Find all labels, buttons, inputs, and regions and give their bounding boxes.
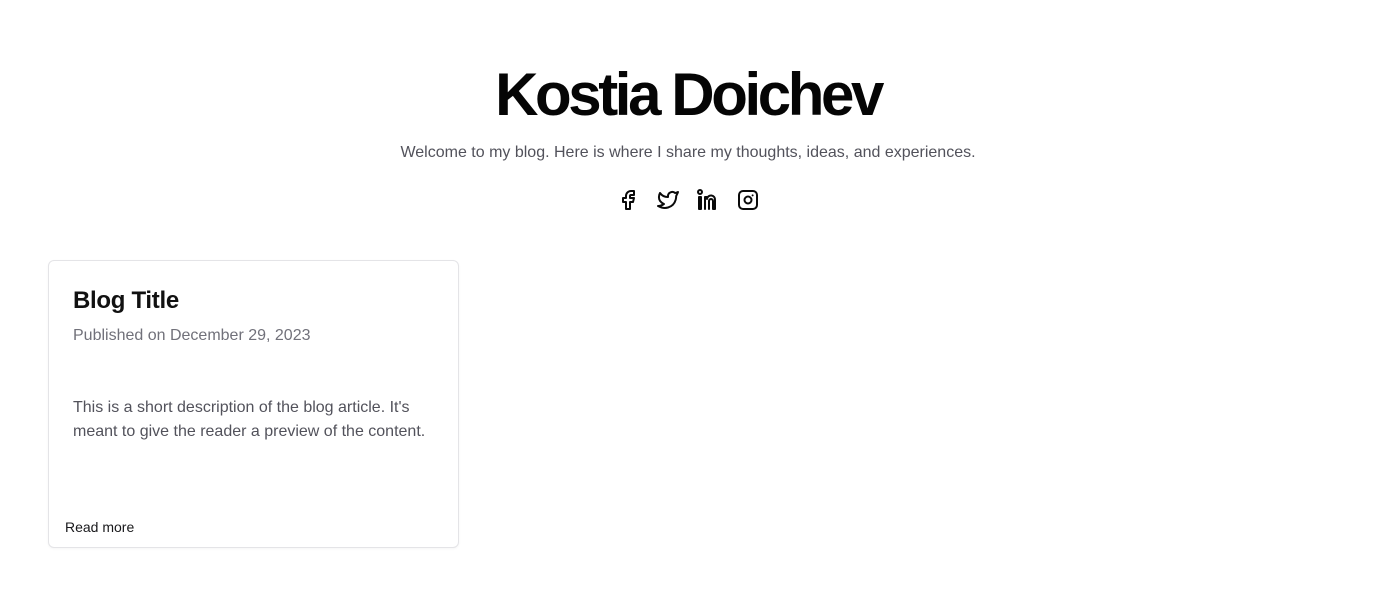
linkedin-link[interactable]: [696, 186, 720, 214]
page: Kostia Doichev Welcome to my blog. Here …: [0, 0, 1376, 612]
read-more-link[interactable]: Read more: [65, 517, 134, 537]
blog-card-description: This is a short description of the blog …: [73, 399, 426, 440]
twitter-icon: [657, 190, 679, 209]
facebook-link[interactable]: [616, 186, 640, 214]
facebook-icon: [622, 190, 635, 210]
instagram-link[interactable]: [736, 186, 760, 214]
blog-card-title: Blog Title: [73, 287, 179, 314]
linkedin-icon: [697, 189, 716, 210]
blog-card: Blog Title Published on December 29, 202…: [48, 260, 459, 548]
site-title: Kostia Doichev: [495, 61, 884, 128]
site-header: Kostia Doichev Welcome to my blog. Here …: [0, 60, 1376, 164]
social-links: [0, 186, 1376, 214]
twitter-link[interactable]: [656, 186, 680, 214]
instagram-icon: [738, 190, 758, 210]
site-tagline: Welcome to my blog. Here is where I shar…: [400, 144, 976, 161]
blog-card-date: Published on December 29, 2023: [73, 327, 311, 344]
